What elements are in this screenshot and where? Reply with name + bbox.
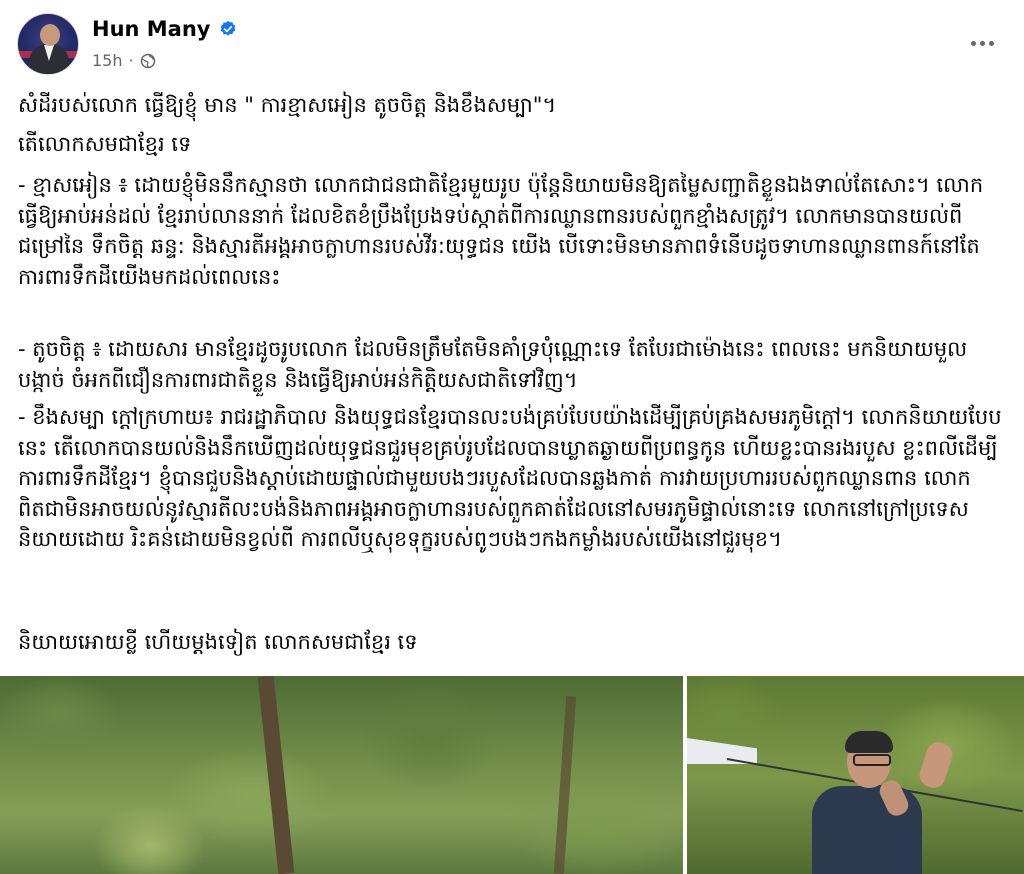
verified-badge-icon — [220, 20, 235, 36]
post-header: Hun Many 15h · — [0, 0, 1024, 86]
post-paragraph: តើលោកសមជាខ្មែរ ទេ — [18, 132, 192, 156]
author-name[interactable]: Hun Many — [92, 17, 237, 41]
photo-speaker[interactable] — [687, 676, 1024, 874]
photo-trees[interactable] — [0, 676, 683, 874]
more-options-icon-dot — [988, 40, 994, 46]
more-options-icon — [970, 40, 976, 46]
more-options-icon-dot — [979, 40, 985, 46]
post-photos — [0, 676, 1024, 874]
post-paragraph: - តូចចិត្ត ៖ ដោយសារ មានខ្មែរដូចរូបលោក ដែ… — [18, 337, 968, 392]
post-paragraph: - ខ្មាសអៀន ៖ ដោយខ្ញុំមិននឹកស្មានថា លោកជា… — [18, 173, 984, 289]
person-hair — [845, 731, 893, 753]
glasses — [853, 754, 891, 766]
globe-icon[interactable] — [140, 53, 156, 69]
post-paragraph: - ខឹងសម្បា ក្តៅក្រហាយ៖ រាជរដ្ឋាភិបាល និង… — [18, 405, 1002, 551]
meta-separator: · — [128, 51, 134, 70]
avatar-figure-head — [40, 24, 60, 46]
post-time[interactable]: 15h — [92, 51, 123, 70]
post-paragraph: សំដីរបស់លោក ធ្វើឱ្យខ្ញុំ មាន " ការខ្មាសអ… — [18, 93, 557, 117]
tree-trunk — [257, 676, 295, 874]
more-options-button[interactable] — [962, 29, 1002, 57]
author-name-label[interactable]: Hun Many — [92, 17, 211, 41]
awning — [687, 738, 757, 764]
tree-trunk — [553, 695, 577, 874]
post-paragraph: និយាយអោយខ្លី ហើយម្តងទៀត លោកសមជាខ្មែរ ទេ — [18, 630, 418, 654]
raised-hand — [916, 739, 956, 791]
avatar[interactable] — [17, 13, 79, 75]
post-meta: 15h · — [92, 51, 156, 70]
